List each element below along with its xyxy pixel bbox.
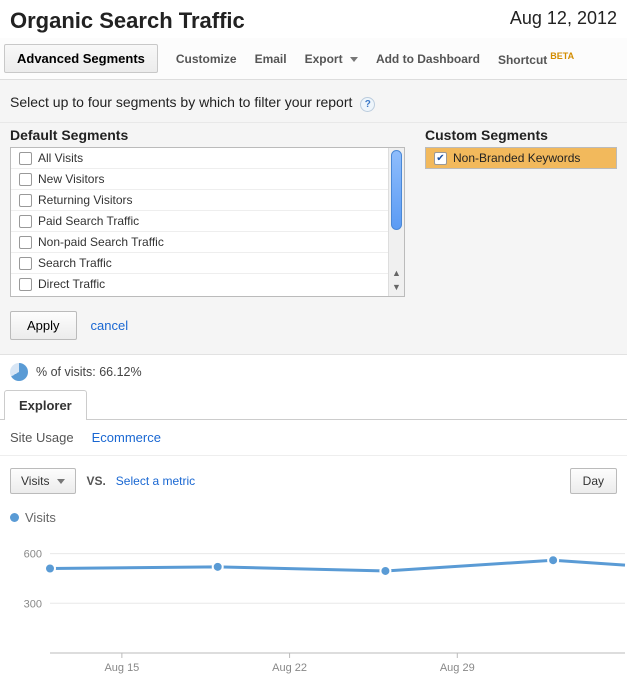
email-link[interactable]: Email (255, 52, 287, 66)
tab-explorer[interactable]: Explorer (4, 390, 87, 420)
segment-option-label: Non-paid Search Traffic (38, 235, 164, 249)
checkbox-icon[interactable] (19, 152, 32, 165)
svg-text:300: 300 (24, 598, 42, 610)
chevron-down-icon (350, 57, 358, 62)
svg-text:600: 600 (24, 549, 42, 561)
page-title: Organic Search Traffic (10, 8, 245, 34)
checkbox-icon[interactable] (19, 236, 32, 249)
custom-segments-header: Custom Segments (425, 123, 617, 147)
apply-button[interactable]: Apply (10, 311, 77, 340)
checkbox-icon[interactable] (19, 278, 32, 291)
subtab-site-usage[interactable]: Site Usage (10, 430, 74, 445)
segment-option-label: Paid Search Traffic (38, 214, 139, 228)
primary-metric-label: Visits (21, 474, 49, 488)
svg-text:Aug 15: Aug 15 (104, 662, 139, 674)
segments-instruction-row: Select up to four segments by which to f… (0, 80, 627, 123)
subtab-ecommerce[interactable]: Ecommerce (92, 430, 161, 445)
segment-option[interactable]: New Visitors (11, 169, 404, 190)
report-date: Aug 12, 2012 (510, 8, 617, 29)
segment-option[interactable]: Paid Search Traffic (11, 211, 404, 232)
help-icon[interactable]: ? (360, 97, 375, 112)
checkbox-icon[interactable] (19, 173, 32, 186)
cancel-link[interactable]: cancel (91, 318, 129, 333)
legend-dot-icon (10, 513, 19, 522)
checkbox-icon[interactable] (19, 257, 32, 270)
export-label: Export (305, 52, 343, 66)
scroll-up-icon[interactable]: ▲ (389, 268, 404, 282)
scrollbar[interactable]: ▲ ▼ (388, 148, 404, 296)
default-segments-list: All Visits New Visitors Returning Visitors… (10, 147, 405, 297)
segment-option[interactable]: All Visits (11, 148, 404, 169)
add-to-dashboard-link[interactable]: Add to Dashboard (376, 52, 480, 66)
select-compare-metric[interactable]: Select a metric (116, 474, 195, 488)
segment-option[interactable]: Returning Visitors (11, 190, 404, 211)
customize-link[interactable]: Customize (176, 52, 237, 66)
chevron-down-icon (57, 479, 65, 484)
segment-option-label: New Visitors (38, 172, 104, 186)
checkbox-icon[interactable] (19, 215, 32, 228)
segment-option-label: All Visits (38, 151, 83, 165)
segment-option-label: Non-Branded Keywords (453, 151, 580, 165)
percent-of-visits: % of visits: 66.12% (36, 365, 142, 379)
segment-option-label: Returning Visitors (38, 193, 133, 207)
scroll-down-icon[interactable]: ▼ (389, 282, 404, 296)
svg-text:Aug 22: Aug 22 (272, 662, 307, 674)
report-toolbar: Advanced Segments Customize Email Export… (0, 38, 627, 80)
default-segments-header: Default Segments (10, 123, 405, 147)
segment-option[interactable]: Direct Traffic (11, 274, 404, 294)
segment-option-label: Search Traffic (38, 256, 112, 270)
checkbox-icon[interactable] (434, 152, 447, 165)
export-menu[interactable]: Export (305, 52, 358, 66)
checkbox-icon[interactable] (19, 194, 32, 207)
primary-metric-selector[interactable]: Visits (10, 468, 76, 494)
granularity-day-button[interactable]: Day (570, 468, 617, 494)
beta-badge: BETA (550, 51, 574, 61)
segment-option[interactable]: Non-Branded Keywords (426, 148, 616, 168)
advanced-segments-button[interactable]: Advanced Segments (4, 44, 158, 73)
pie-icon (10, 363, 28, 381)
scrollbar-thumb[interactable] (391, 150, 402, 230)
svg-text:Aug 29: Aug 29 (440, 662, 475, 674)
vs-label: VS. (86, 474, 105, 488)
segment-option-label: Direct Traffic (38, 277, 105, 291)
segment-option[interactable]: Non-paid Search Traffic (11, 232, 404, 253)
segment-option[interactable]: Search Traffic (11, 253, 404, 274)
shortcut-label: Shortcut (498, 53, 547, 67)
shortcut-link[interactable]: ShortcutBETA (498, 51, 574, 67)
legend-series-label: Visits (25, 510, 56, 525)
segments-instruction: Select up to four segments by which to f… (10, 94, 352, 110)
visits-line-chart: 300 600 Aug 15 Aug 22 Aug 29 (10, 529, 627, 679)
custom-segments-list: Non-Branded Keywords (425, 147, 617, 169)
